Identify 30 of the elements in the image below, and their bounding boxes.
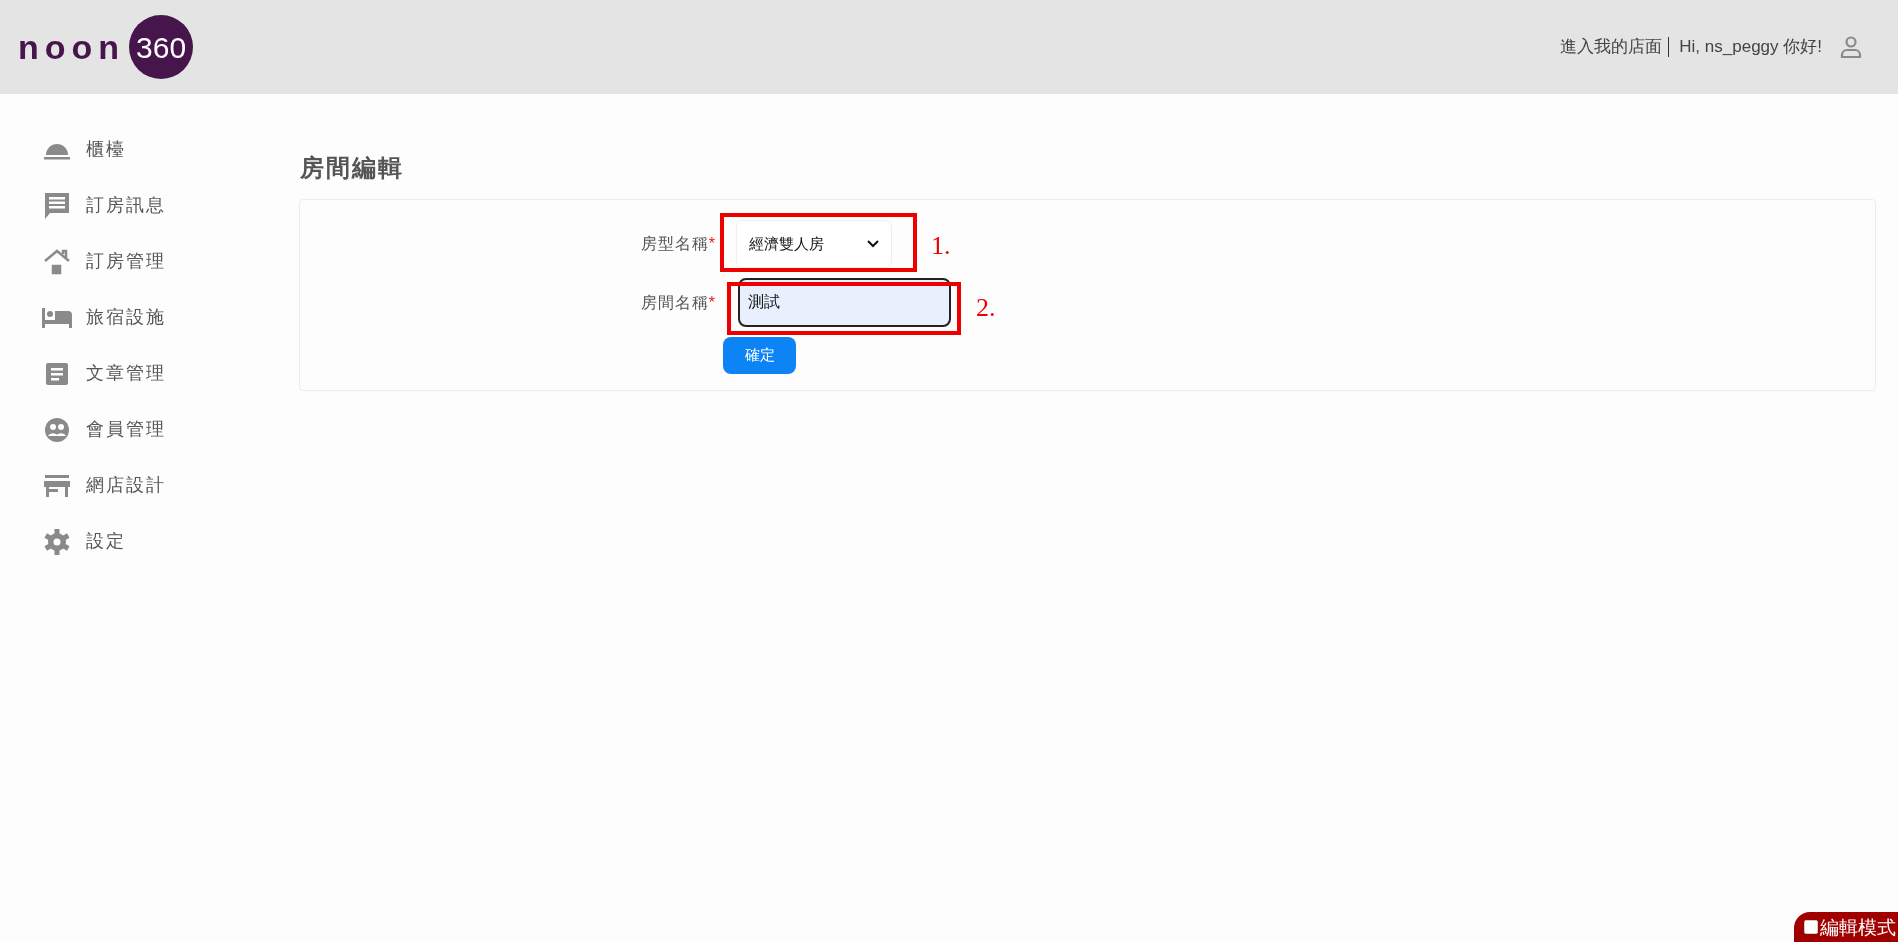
document-icon: [45, 361, 69, 386]
field-label: 房型名稱*: [639, 234, 716, 254]
room-name-input[interactable]: 測試: [738, 278, 951, 327]
field-label: 房間名稱*: [639, 292, 716, 313]
chevron-down-icon: [867, 240, 879, 248]
page-title: 房間編輯: [299, 153, 405, 183]
store-link[interactable]: 進入我的店面: [1560, 37, 1670, 57]
sidebar-item[interactable]: 會員管理: [42, 414, 299, 445]
sidebar-item[interactable]: 訂房管理: [42, 246, 299, 277]
people-circle-icon: [44, 416, 70, 443]
user-icon[interactable]: [1840, 36, 1862, 58]
bed-icon: [42, 307, 72, 328]
sidebar-item[interactable]: 文章管理: [42, 358, 299, 389]
room-type-dropdown[interactable]: 經濟雙人房: [736, 220, 892, 268]
annotation-number: 1.: [931, 230, 951, 262]
house-icon: [43, 248, 71, 275]
logo[interactable]: noon 360: [18, 15, 194, 79]
message-icon: [44, 192, 70, 219]
settings-icon: [44, 528, 70, 555]
sidebar-item[interactable]: 設定: [42, 526, 299, 557]
checkbox[interactable]: [1804, 920, 1818, 934]
confirm-button[interactable]: 確定: [723, 337, 796, 374]
annotation-number: 2.: [976, 292, 996, 324]
sidebar-item[interactable]: 網店設計: [42, 470, 299, 501]
edit-mode-toggle[interactable]: 編輯模式: [1794, 912, 1898, 942]
sidebar-item[interactable]: 旅宿設施: [42, 302, 299, 333]
greeting-text: Hi, ns_peggy 你好!: [1678, 36, 1822, 59]
storefront-icon: [44, 473, 70, 498]
sidebar-item[interactable]: 櫃檯: [42, 134, 299, 165]
sidebar-item[interactable]: 訂房訊息: [42, 190, 299, 221]
